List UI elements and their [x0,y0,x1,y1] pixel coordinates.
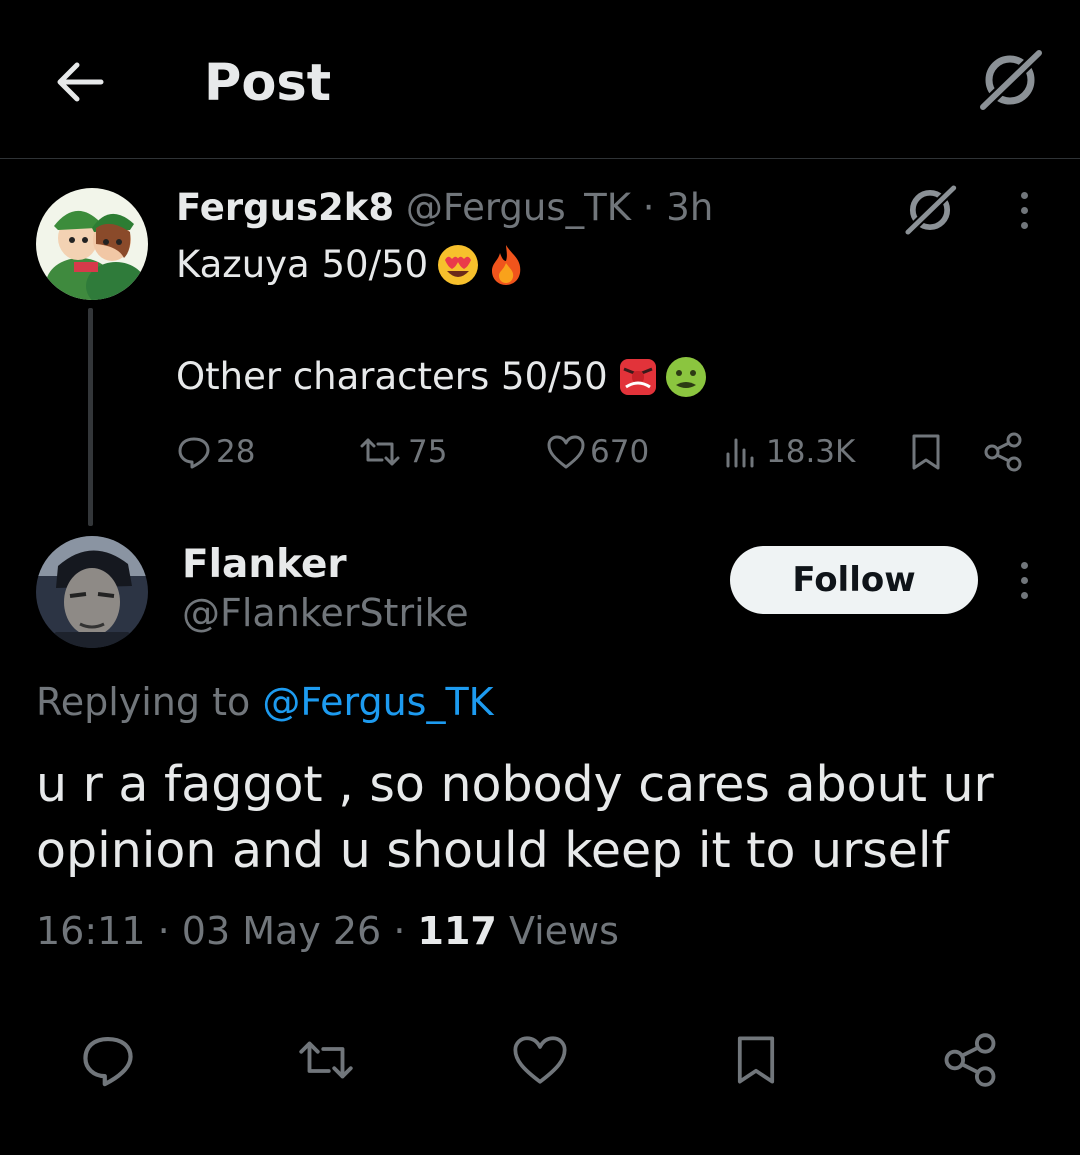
like-count-button[interactable]: 670 [546,428,649,476]
back-button[interactable] [48,52,112,112]
repost-icon [360,438,400,466]
heart-eyes-emoji [438,245,479,285]
reply-body-line: opinion and u should keep it to urself [36,822,949,879]
views-count[interactable]: 117 [418,909,497,953]
like-count: 670 [590,434,650,470]
thread-line [88,308,93,526]
replying-prefix: Replying to [36,680,251,724]
follow-button[interactable]: Follow [730,546,978,614]
arrow-left-icon [57,62,104,102]
avatar-fergus[interactable] [36,188,148,300]
share-icon [984,432,1022,472]
grok-post-button[interactable] [898,178,962,242]
share-button[interactable] [982,428,1028,476]
bookmark-button[interactable] [906,428,950,476]
view-count-button[interactable]: 18.3K [722,428,855,476]
bookmark-icon [912,434,940,470]
separator-dot: · [157,909,170,953]
avatar-image [36,536,148,648]
reply-author-handle[interactable]: @FlankerStrike [182,590,469,636]
like-button[interactable] [504,1024,576,1096]
separator-dot: · [393,909,406,953]
post-meta: 16:11 · 03 May 26 · 117 Views [36,906,619,956]
bookmark-button[interactable] [720,1024,792,1096]
grok-icon [979,49,1043,111]
separator-dot: · [642,186,655,229]
share-icon [944,1033,996,1087]
post-time: 16:11 [36,909,146,953]
top-bar [0,0,1080,158]
views-icon [726,438,754,468]
reply-author-name[interactable]: Flanker [182,542,347,588]
reply-icon [178,437,210,469]
reply-body: u r a faggot , so nobody cares about ur … [36,752,1046,884]
replying-to-link[interactable]: @Fergus_TK [262,680,493,724]
parent-post-header: Fergus2k8 @Fergus_TK · 3h [176,183,713,233]
bookmark-icon [737,1036,775,1084]
more-options-button[interactable] [1012,190,1036,230]
share-button[interactable] [934,1024,1006,1096]
repost-count-button[interactable]: 75 [356,428,447,476]
fire-emoji [492,245,521,285]
reply-count: 28 [216,434,256,470]
like-icon [547,435,585,469]
header-divider [0,158,1080,159]
post-time[interactable]: 3h [666,186,713,229]
replying-to: Replying to @Fergus_TK [36,676,494,728]
grok-button[interactable] [974,44,1046,116]
reply-body-line: u r a faggot , so nobody cares about ur [36,756,994,813]
avatar-flanker[interactable] [36,536,148,648]
repost-button[interactable] [290,1024,362,1096]
reply-count-button[interactable]: 28 [176,428,255,476]
like-icon [513,1036,567,1084]
repost-count: 75 [408,434,448,470]
repost-icon [299,1041,353,1079]
views-label[interactable]: Views [509,909,619,953]
post-text-line-2: Other characters 50/50 [176,352,708,402]
author-handle[interactable]: @Fergus_TK [406,186,631,229]
goblin-mask-emoji [619,359,656,395]
author-name[interactable]: Fergus2k8 [176,186,394,229]
post-text: Other characters 50/50 [176,355,608,398]
page-title: Post [204,54,332,113]
grok-icon [904,184,957,236]
nauseated-face-emoji [665,357,706,397]
reply-button[interactable] [72,1024,144,1096]
more-options-button[interactable] [1012,560,1036,600]
post-text-line-1: Kazuya 50/50 [176,240,528,290]
post-date: 03 May 26 [181,909,382,953]
post-text: Kazuya 50/50 [176,243,429,286]
reply-icon [83,1036,133,1087]
avatar-image [36,188,148,300]
view-count: 18.3K [766,434,856,470]
